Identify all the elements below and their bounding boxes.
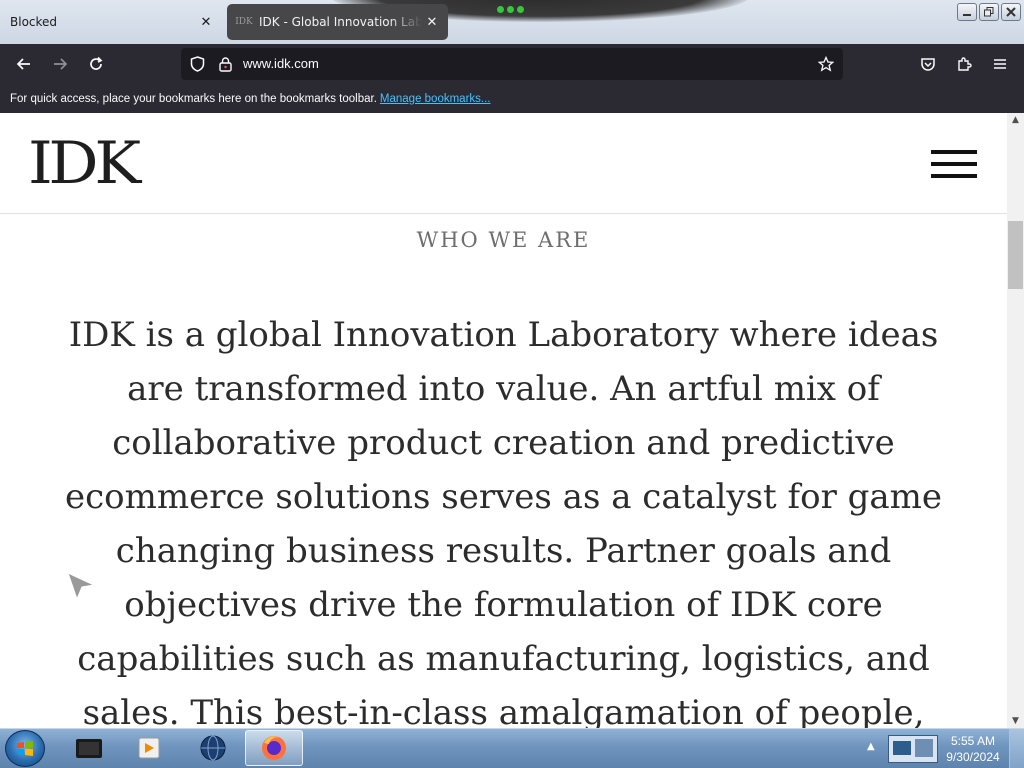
window-controls bbox=[957, 3, 1021, 21]
shield-icon[interactable] bbox=[188, 55, 206, 73]
taskbar-firefox[interactable] bbox=[245, 730, 303, 766]
minimize-icon bbox=[963, 14, 971, 16]
scroll-up-icon[interactable]: ▲ bbox=[1007, 113, 1024, 127]
pocket-button[interactable] bbox=[914, 50, 942, 78]
mouse-cursor-icon bbox=[67, 572, 96, 601]
restore-icon bbox=[984, 7, 994, 17]
back-button[interactable] bbox=[10, 50, 38, 78]
page-scrollbar[interactable]: ▲ ▼ bbox=[1007, 113, 1024, 728]
section-title: WHO WE ARE bbox=[416, 228, 591, 252]
show-hidden-icons-icon[interactable]: ▲ bbox=[867, 741, 875, 752]
tab-strip: Blocked ✕ IDK IDK - Global Innovation La… bbox=[0, 0, 1024, 44]
close-tab-icon[interactable]: ✕ bbox=[422, 12, 442, 32]
taskbar-player-app[interactable] bbox=[120, 730, 178, 766]
idk-logo[interactable]: IDK bbox=[28, 128, 141, 198]
scroll-down-icon[interactable]: ▼ bbox=[1007, 714, 1024, 728]
minimize-button[interactable] bbox=[957, 3, 977, 21]
close-icon bbox=[1006, 7, 1016, 17]
media-app-icon bbox=[76, 739, 102, 758]
hamburger-menu-icon bbox=[994, 59, 1006, 69]
close-window-button[interactable] bbox=[1001, 3, 1021, 21]
extensions-button[interactable] bbox=[950, 50, 978, 78]
taskbar: ▲ 5:55 AM 9/30/2024 bbox=[0, 728, 1024, 768]
manage-bookmarks-link[interactable]: Manage bookmarks... bbox=[380, 93, 491, 105]
close-tab-icon[interactable]: ✕ bbox=[196, 12, 216, 32]
hamburger-line bbox=[931, 174, 977, 178]
taskbar-media-app[interactable] bbox=[60, 730, 118, 766]
bookmarks-toolbar: For quick access, place your bookmarks h… bbox=[0, 85, 1024, 113]
lock-icon[interactable] bbox=[216, 55, 234, 73]
start-button[interactable] bbox=[5, 730, 45, 767]
forward-arrow-icon bbox=[54, 58, 68, 70]
taskbar-globe-app[interactable] bbox=[184, 730, 242, 766]
restore-button[interactable] bbox=[979, 3, 999, 21]
menu-button[interactable] bbox=[986, 50, 1014, 78]
firefox-icon bbox=[262, 736, 286, 760]
screen: Blocked ✕ IDK IDK - Global Innovation La… bbox=[0, 0, 1024, 768]
clock-time: 5:55 AM bbox=[950, 734, 996, 748]
clock[interactable]: 5:55 AM 9/30/2024 bbox=[942, 733, 1004, 765]
navigation-toolbar: www.idk.com bbox=[0, 44, 1024, 85]
tab-title: IDK - Global Innovation Laboratory bbox=[259, 15, 422, 29]
url-text[interactable]: www.idk.com bbox=[243, 56, 319, 71]
wallpaper-dots bbox=[497, 6, 529, 16]
forward-button[interactable] bbox=[46, 50, 74, 78]
player-app-icon bbox=[138, 737, 160, 759]
site-header: IDK bbox=[0, 113, 1007, 214]
globe-app-icon bbox=[200, 735, 226, 761]
idk-favicon-icon: IDK bbox=[235, 17, 253, 27]
tab-blocked[interactable]: Blocked ✕ bbox=[0, 0, 222, 44]
clock-date: 9/30/2024 bbox=[946, 750, 1000, 764]
puzzle-icon bbox=[958, 57, 972, 71]
site-menu-button[interactable] bbox=[931, 150, 977, 178]
reload-icon bbox=[90, 56, 103, 70]
show-desktop-button[interactable] bbox=[1009, 729, 1024, 768]
pocket-icon bbox=[921, 58, 935, 71]
tab-idk[interactable]: IDK IDK - Global Innovation Laboratory ✕ bbox=[227, 4, 448, 40]
hamburger-line bbox=[931, 162, 977, 166]
windows-logo-icon bbox=[17, 740, 33, 756]
bookmark-star-icon[interactable] bbox=[817, 55, 835, 73]
web-page: IDK WHO WE ARE IDK is a global Innovatio… bbox=[0, 113, 1007, 728]
reload-button[interactable] bbox=[82, 50, 110, 78]
url-bar[interactable]: www.idk.com bbox=[181, 48, 843, 80]
system-tray: ▲ 5:55 AM 9/30/2024 bbox=[864, 729, 1024, 768]
tray-app-icon[interactable] bbox=[888, 735, 938, 763]
bookmarks-message: For quick access, place your bookmarks h… bbox=[10, 93, 377, 105]
tab-title: Blocked bbox=[10, 15, 58, 29]
hamburger-line bbox=[931, 150, 977, 154]
about-paragraph: IDK is a global Innovation Laboratory wh… bbox=[64, 315, 943, 728]
back-arrow-icon bbox=[16, 58, 30, 70]
scrollbar-thumb[interactable] bbox=[1008, 221, 1023, 289]
